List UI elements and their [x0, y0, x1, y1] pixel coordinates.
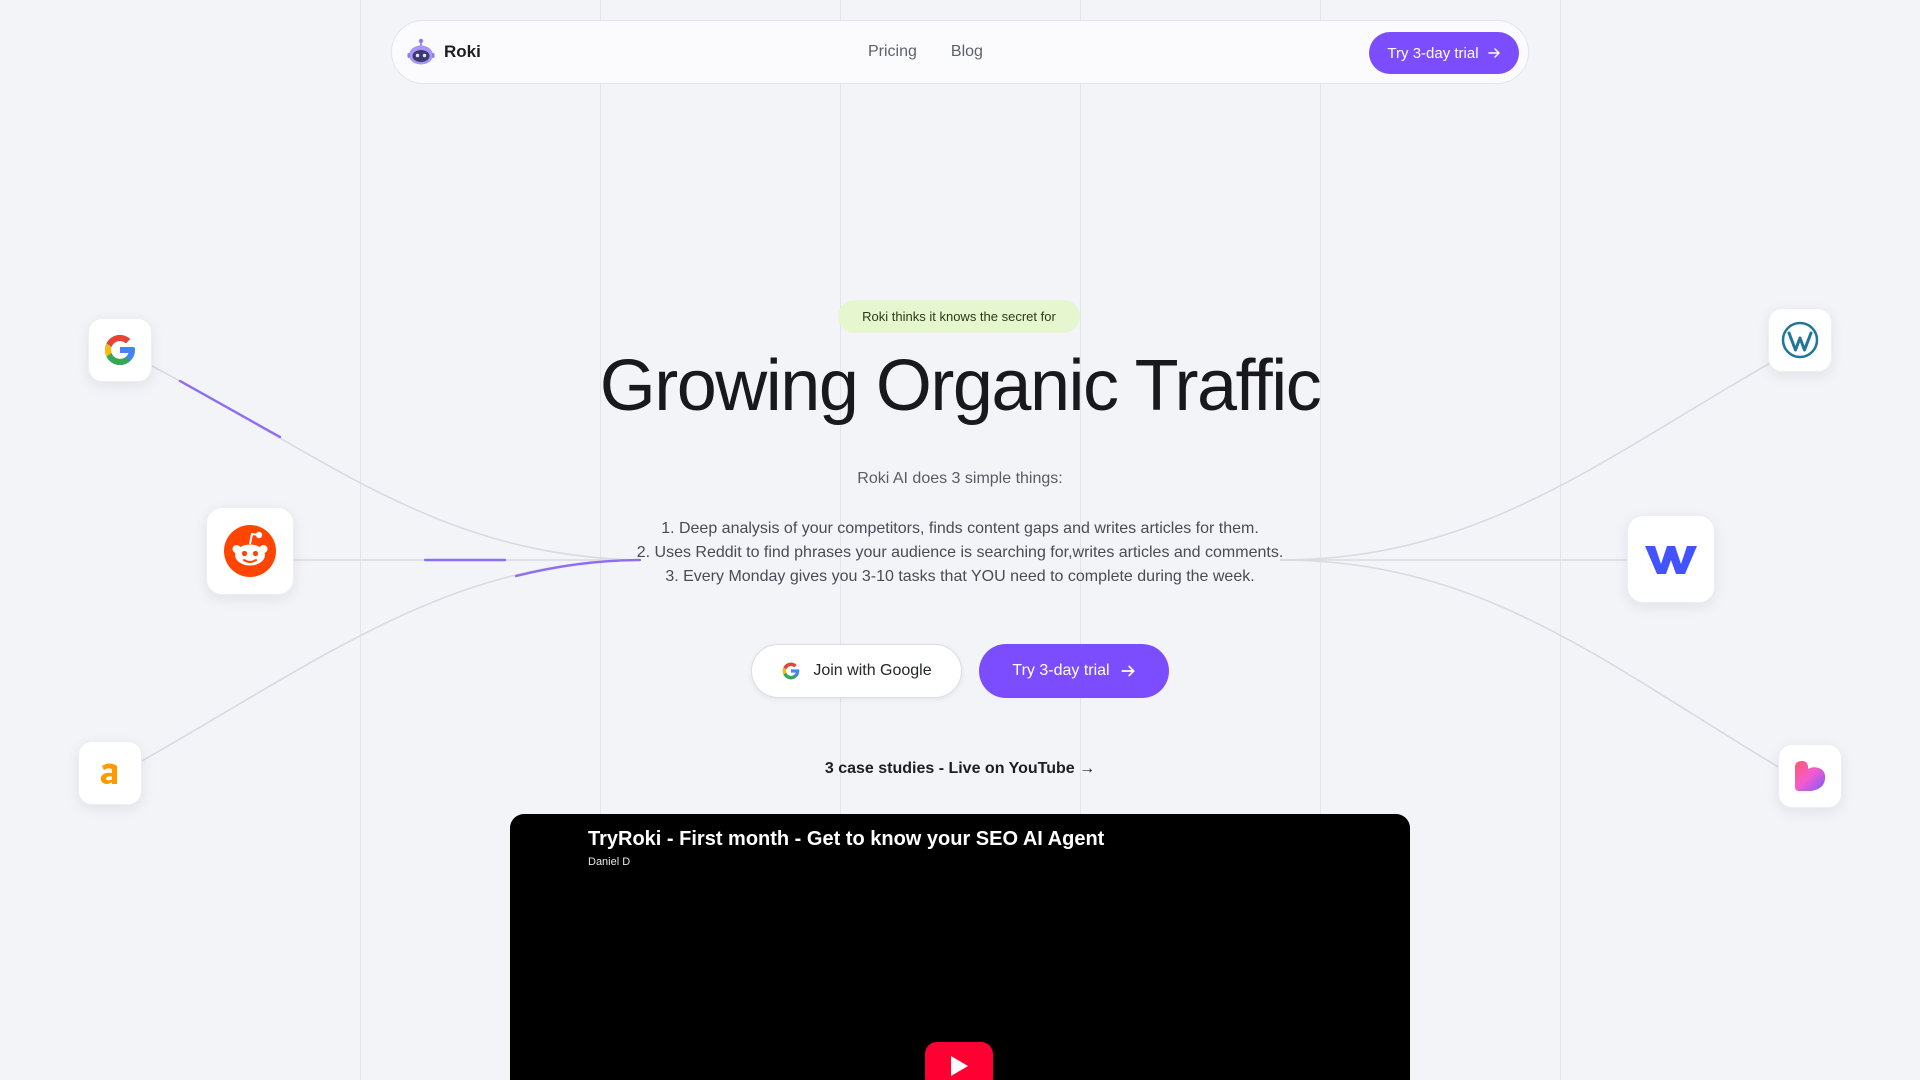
grid-line [360, 0, 361, 1080]
heart-app-icon [1795, 761, 1826, 791]
video-channel[interactable]: Daniel D [588, 856, 630, 868]
video-title[interactable]: TryRoki - First month - Get to know your… [588, 828, 1104, 851]
webflow-icon [1645, 546, 1697, 574]
integration-tile-webflow [1627, 515, 1715, 603]
youtube-video-embed[interactable]: TryRoki - First month - Get to know your… [510, 814, 1410, 1080]
nav-link-pricing[interactable]: Pricing [868, 43, 917, 61]
amazon-icon [100, 763, 117, 784]
integration-tile-heart [1778, 744, 1842, 808]
brand-name: Roki [444, 42, 481, 61]
hero-trial-button[interactable]: Try 3-day trial [979, 644, 1169, 698]
google-icon [105, 335, 135, 365]
play-icon [951, 1056, 968, 1076]
nav-link-blog[interactable]: Blog [951, 43, 983, 61]
hero-badge: Roki thinks it knows the secret for [838, 300, 1080, 333]
play-button[interactable] [925, 1042, 993, 1080]
arrow-right-icon [1121, 665, 1135, 677]
hero-title: Growing Organic Traffic [599, 346, 1322, 426]
integration-tile-wordpress [1768, 308, 1832, 372]
join-google-label: Join with Google [813, 662, 932, 679]
google-icon [783, 662, 800, 680]
nav-links: Pricing Blog [868, 43, 983, 61]
page: Roki Pricing Blog Try 3-day trial Roki t… [0, 0, 1920, 1080]
feature-step: 2. Uses Reddit to find phrases your audi… [636, 544, 1284, 561]
arrow-right-icon [1487, 48, 1500, 58]
hero-trial-label: Try 3-day trial [1012, 662, 1110, 679]
integration-tile-reddit [206, 507, 294, 595]
feature-step: 3. Every Monday gives you 3-10 tasks tha… [665, 568, 1255, 585]
wordpress-icon [1781, 321, 1819, 359]
nav-trial-label: Try 3-day trial [1387, 44, 1479, 62]
integration-tile-amazon [78, 741, 142, 805]
integration-tile-google [88, 318, 152, 382]
grid-line [1560, 0, 1561, 1080]
feature-steps: 1. Deep analysis of your competitors, fi… [560, 517, 1360, 589]
navbar: Roki Pricing Blog Try 3-day trial [391, 20, 1529, 84]
robot-logo-icon [407, 38, 435, 65]
connector-pulse [178, 379, 282, 439]
hero-subtitle: Roki AI does 3 simple things: [857, 470, 1063, 487]
case-studies-link[interactable]: 3 case studies - Live on YouTube → [760, 760, 1160, 778]
nav-trial-button[interactable]: Try 3-day trial [1369, 32, 1519, 74]
feature-step: 1. Deep analysis of your competitors, fi… [661, 520, 1259, 537]
logo[interactable]: Roki [406, 37, 481, 67]
join-google-button[interactable]: Join with Google [751, 644, 962, 698]
reddit-icon [224, 525, 276, 577]
